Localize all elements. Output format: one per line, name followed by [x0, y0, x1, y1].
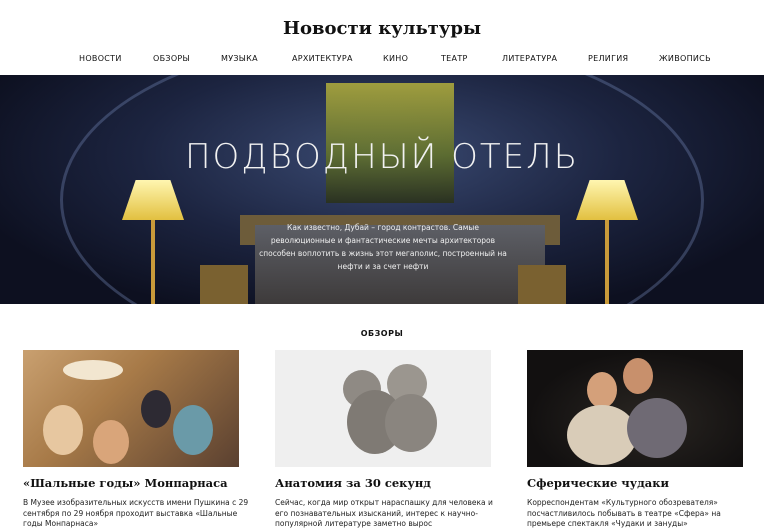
right-nightstand	[518, 265, 566, 304]
nav-item-reviews[interactable]: ОБЗОРЫ	[153, 54, 190, 63]
nav-item-music[interactable]: МУЗЫКА	[221, 54, 258, 63]
hero-description: Как известно, Дубай – город контрастов. …	[259, 223, 507, 271]
review-card-image[interactable]	[275, 350, 491, 467]
review-card[interactable]: «Шальные годы» Монпарнаса В Музее изобра…	[23, 350, 248, 528]
left-lamp-pole	[151, 220, 155, 304]
right-lamp-pole	[605, 220, 609, 304]
nav-item-architecture[interactable]: АРХИТЕКТУРА	[292, 54, 353, 63]
review-card-text: Сейчас, когда мир открыт нараспашку для …	[275, 498, 493, 528]
review-card[interactable]: Анатомия за 30 секунд Сейчас, когда мир …	[275, 350, 493, 528]
review-card-title[interactable]: Анатомия за 30 секунд	[275, 476, 505, 490]
review-card-title[interactable]: «Шальные годы» Монпарнаса	[23, 476, 253, 490]
section-heading-reviews: ОБЗОРЫ	[360, 329, 404, 338]
nav-item-religion[interactable]: РЕЛИГИЯ	[588, 54, 628, 63]
review-card-text: В Музее изобразительных искусств имени П…	[23, 498, 249, 528]
review-card-image[interactable]	[527, 350, 743, 467]
painting-figure	[43, 405, 83, 455]
hero-title[interactable]: ПОДВОДНЫЙ ОТЕЛЬ	[0, 137, 764, 177]
review-card[interactable]: Сферические чудаки Корреспондентам «Куль…	[527, 350, 743, 528]
left-nightstand	[200, 265, 248, 304]
nav-item-literature[interactable]: ЛИТЕРАТУРА	[502, 54, 557, 63]
nav-item-news[interactable]: НОВОСТИ	[79, 54, 122, 63]
actor-figure	[627, 398, 687, 458]
actor-figure	[587, 372, 617, 408]
actor-figure	[623, 358, 653, 394]
nav-item-cinema[interactable]: КИНО	[383, 54, 408, 63]
hero-banner[interactable]: ПОДВОДНЫЙ ОТЕЛЬ Как известно, Дубай – го…	[0, 75, 764, 304]
main-nav: НОВОСТИ ОБЗОРЫ МУЗЫКА АРХИТЕКТУРА КИНО Т…	[0, 54, 764, 66]
review-card-image[interactable]	[23, 350, 239, 467]
painting-figure	[93, 420, 129, 464]
painting-figure	[173, 405, 213, 455]
stone-sphere	[385, 394, 437, 452]
nav-item-painting[interactable]: ЖИВОПИСЬ	[659, 54, 711, 63]
actor-figure	[567, 405, 637, 465]
site-title[interactable]: Новости культуры	[0, 18, 764, 39]
painting-figure	[63, 360, 123, 380]
review-card-text: Корреспондентам «Культурного обозревател…	[527, 498, 721, 528]
nav-item-theatre[interactable]: ТЕАТР	[441, 54, 468, 63]
review-card-title[interactable]: Сферические чудаки	[527, 476, 757, 490]
painting-figure	[141, 390, 171, 428]
